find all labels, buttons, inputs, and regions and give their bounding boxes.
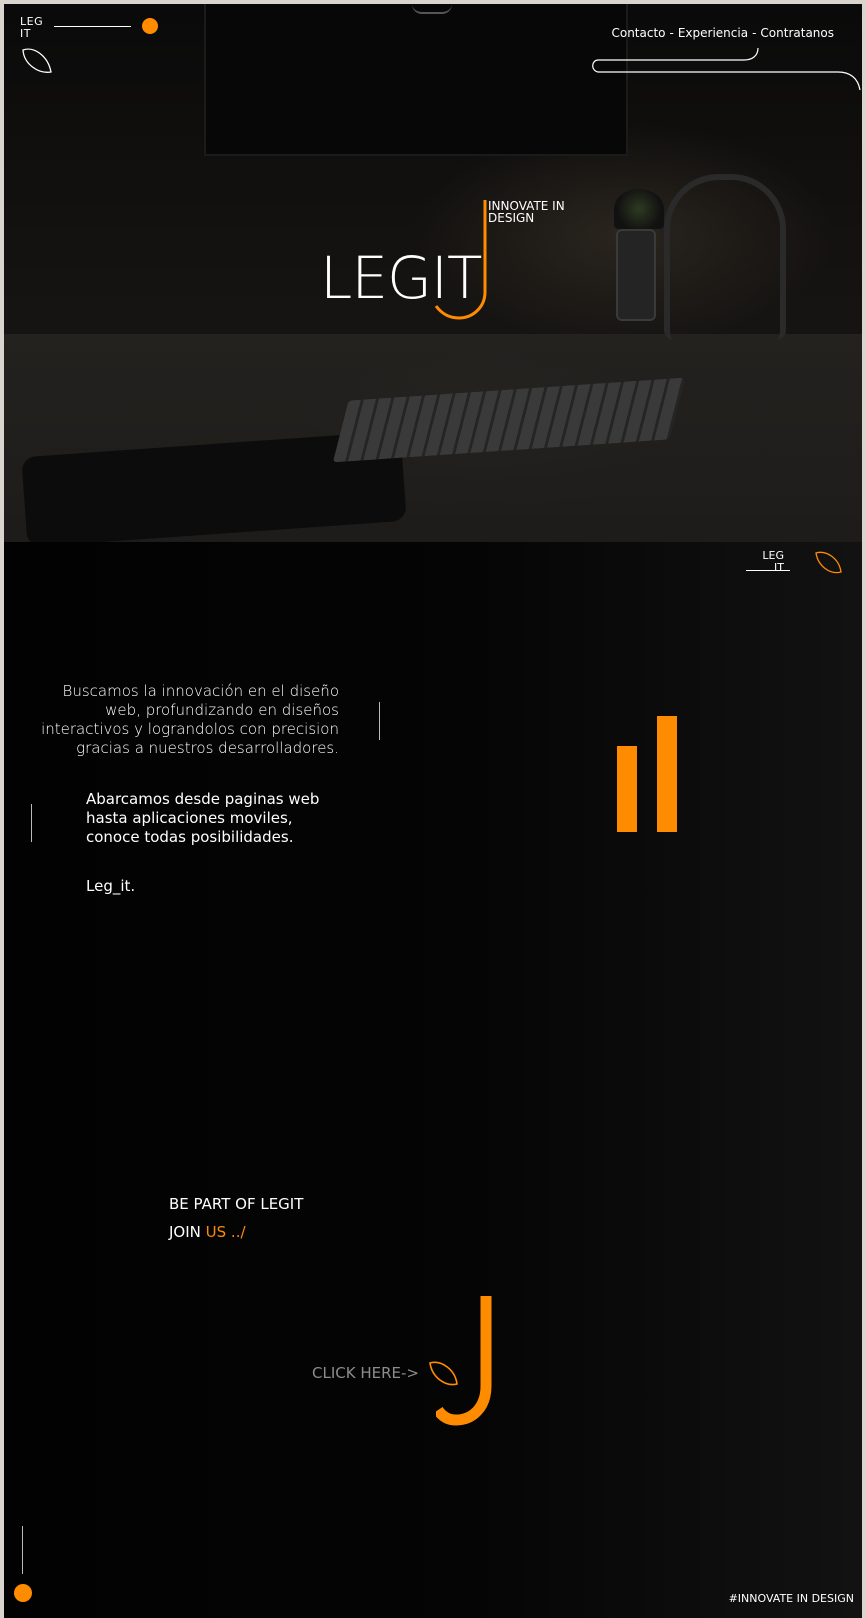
j-hook-icon [434, 200, 487, 320]
phone-image [616, 229, 656, 321]
hero-section: LEG IT Contacto - Experiencia - Contratanos … [4, 4, 862, 542]
header-divider [54, 26, 131, 27]
headphone-stand-image [664, 174, 786, 340]
nav-link-contratanos[interactable]: Contratanos [760, 26, 834, 40]
cta-heading: BE PART OF LEGIT [169, 1195, 304, 1213]
tagline-line-2: DESIGN [488, 211, 535, 225]
logo-line-2: IT [20, 27, 31, 40]
leaf-icon [815, 551, 842, 574]
footer-tagline: #INNOVATE IN DESIGN [728, 1592, 854, 1605]
logo-line-2: IT [774, 561, 784, 574]
cta-join-accent[interactable]: US ../ [206, 1223, 246, 1241]
bar-tall [657, 716, 677, 832]
hero-tagline: INNOVATE IN DESIGN [488, 200, 565, 224]
page: LEG IT Contacto - Experiencia - Contratanos … [4, 4, 862, 1618]
nav-link-contacto[interactable]: Contacto [611, 26, 665, 40]
monitor-image [204, 4, 628, 156]
click-here-link[interactable]: CLICK HERE-> [312, 1364, 419, 1382]
about-paragraph-2: Abarcamos desde paginas web hasta aplica… [86, 790, 320, 846]
orange-dot-icon [142, 18, 158, 34]
signature: Leg_it. [86, 877, 136, 895]
leaf-icon [22, 48, 52, 73]
nav-separator: - [752, 26, 757, 40]
main-nav: Contacto - Experiencia - Contratanos [611, 26, 834, 40]
j-hook-icon [436, 1296, 492, 1426]
orange-dot-icon [14, 1584, 32, 1602]
vertical-divider [31, 804, 32, 842]
plant-image [614, 189, 664, 229]
bar-chart-icon [617, 712, 679, 832]
vertical-divider [379, 702, 380, 740]
cta-join-prefix: JOIN [169, 1223, 201, 1241]
nav-link-experiencia[interactable]: Experiencia [678, 26, 748, 40]
about-paragraph-1: Buscamos la innovación en el diseño web,… [41, 682, 339, 757]
section-logo-divider [746, 570, 790, 571]
header-logo[interactable]: LEG IT [20, 16, 43, 40]
nav-underline-decoration [592, 47, 861, 91]
lamp-image [412, 4, 452, 14]
footer-divider [22, 1526, 23, 1574]
bar-short [617, 746, 637, 832]
cta-join: JOIN US ../ [169, 1223, 246, 1241]
nav-separator: - [669, 26, 674, 40]
